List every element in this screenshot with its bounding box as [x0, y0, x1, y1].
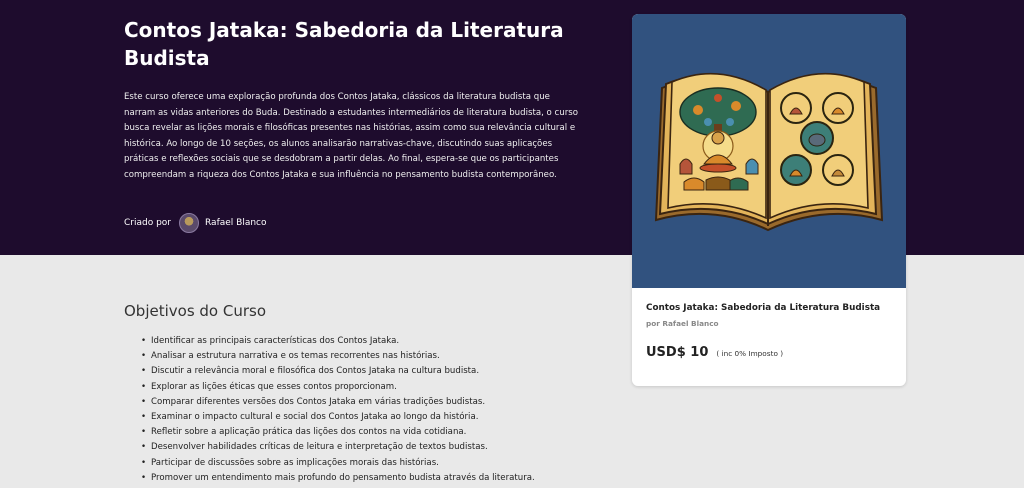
- objective-item: Identificar as principais característica…: [141, 334, 535, 349]
- course-title: Contos Jataka: Sabedoria da Literatura B…: [124, 18, 564, 70]
- course-cover-image[interactable]: [632, 14, 906, 288]
- author-avatar: [179, 213, 199, 233]
- tax-note: ( inc 0% Imposto ): [716, 349, 784, 358]
- price-row: USD$ 10 ( inc 0% Imposto ): [646, 345, 783, 360]
- objective-item: Analisar a estrutura narrativa e os tema…: [141, 349, 535, 364]
- card-author: por Rafael Blanco: [646, 319, 719, 328]
- creator-info: Criado por Rafael Blanco: [124, 212, 267, 234]
- objective-item: Examinar o impacto cultural e social dos…: [141, 410, 535, 425]
- author-name[interactable]: Rafael Blanco: [205, 218, 267, 228]
- open-book-buddha-illustration-icon: [654, 72, 884, 232]
- objectives-title: Objetivos do Curso: [124, 302, 267, 320]
- objectives-list: Identificar as principais característica…: [141, 334, 535, 486]
- objective-item: Desenvolver habilidades críticas de leit…: [141, 440, 535, 455]
- created-by-label: Criado por: [124, 218, 171, 228]
- price: USD$ 10: [646, 345, 709, 360]
- course-card[interactable]: Contos Jataka: Sabedoria da Literatura B…: [632, 14, 906, 386]
- objective-item: Comparar diferentes versões dos Contos J…: [141, 395, 535, 410]
- objective-item: Refletir sobre a aplicação prática das l…: [141, 425, 535, 440]
- objective-item: Participar de discussões sobre as implic…: [141, 456, 535, 471]
- objective-item: Promover um entendimento mais profundo d…: [141, 471, 535, 486]
- course-description: Este curso oferece uma exploração profun…: [124, 92, 578, 180]
- card-title[interactable]: Contos Jataka: Sabedoria da Literatura B…: [646, 303, 880, 313]
- objective-item: Discutir a relevância moral e filosófica…: [141, 364, 535, 379]
- objective-item: Explorar as lições éticas que esses cont…: [141, 380, 535, 395]
